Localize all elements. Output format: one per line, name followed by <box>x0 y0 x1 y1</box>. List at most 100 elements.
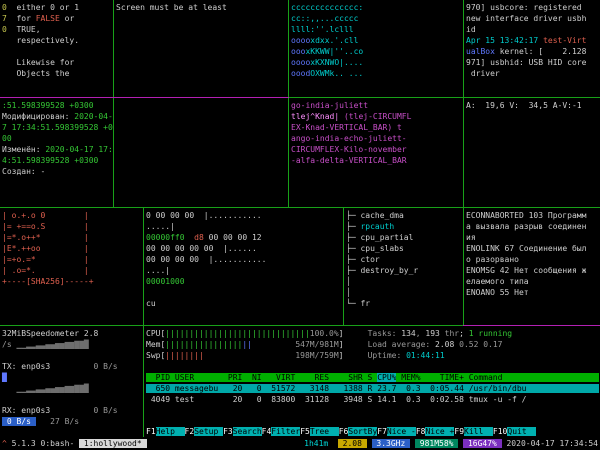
pane-file-stat[interactable]: :51.598399528 +0300Модифицирован: 2020-0… <box>0 98 114 208</box>
pane-json-doc[interactable]: 0 either 0 or 17 for FALSE or0 TRUE, res… <box>0 0 114 98</box>
htop-function-key-bar[interactable]: F1Help F2Setup F3SearchF4FilterF5Tree F6… <box>146 426 536 437</box>
pane-border-vertical-3[interactable] <box>463 0 464 326</box>
text-segment: 0 <box>2 3 16 12</box>
terminal-line: ├─ destroy_by_r <box>346 265 464 276</box>
text-segment: |=*.o++* | <box>2 233 89 242</box>
text-segment: || <box>242 340 252 349</box>
text-segment: cc::,,...ccccc <box>291 14 358 23</box>
text-segment <box>252 340 295 349</box>
text-segment: |||||||||||||||| <box>165 340 242 349</box>
terminal-line: 00 00 00 00 |........... <box>146 254 344 265</box>
pane-syslog[interactable]: 970] usbcore: registerednew interface dr… <box>464 0 600 98</box>
terminal-line: tlej^Knad| (tlej-CIRCUMFL <box>291 111 464 122</box>
text-segment: ualBox <box>466 47 495 56</box>
text-segment: ├─ ctor <box>346 255 380 264</box>
terminal-line: respectively. <box>2 35 114 46</box>
text-segment: OXWMk.. ... <box>310 69 363 78</box>
pane-empty[interactable] <box>114 98 289 208</box>
text-segment: 4049 test 20 0 83800 31128 3948 S 14.1 0… <box>146 395 527 404</box>
terminal-line: елаемого типа <box>466 276 600 287</box>
text-segment: test-Virt <box>543 36 586 45</box>
text-segment: SortBy <box>348 427 377 436</box>
text-segment: о разорвано <box>466 255 519 264</box>
text-segment: 7 <box>2 14 16 23</box>
text-segment: oood <box>291 69 310 78</box>
text-segment <box>328 439 338 448</box>
text-segment: F5 <box>300 427 310 436</box>
terminal-line: ├─ cpu_slabs <box>346 243 464 254</box>
terminal-line <box>2 350 144 361</box>
terminal-line: а вызвала разрыв соединен <box>466 221 600 232</box>
pane-border-horizontal-1a[interactable] <box>0 97 289 98</box>
pane-border-vertical-2[interactable] <box>288 0 289 208</box>
pane-border-horizontal-3a[interactable] <box>0 325 463 326</box>
pane-slab-tree[interactable]: ├─ cache_dma├─ rpcauth├─ cpu_partial├─ c… <box>344 208 464 326</box>
text-segment: Nice + <box>425 427 454 436</box>
pane-border-horizontal-3b[interactable] <box>463 325 600 326</box>
text-segment: ▁▁▂▂▃▃▄▄▅▅▆▆▇▇█ <box>16 340 88 349</box>
status-system-stats[interactable]: 1h41m 2.08 3.3GHz 981M58% 16G47% 2020-04… <box>304 437 598 450</box>
text-segment: FALSE <box>36 14 60 23</box>
terminal-line: A: 19,6 V: 34,5 A-V:-1 <box>466 100 600 111</box>
terminal-line: ▁▁▂▂▃▃▄▄▅▅▆▆▇▇█ <box>2 383 144 394</box>
pane-ssh-randomart[interactable]: | o.+.o 0 ||= +==o.S ||=*.o++* ||E*.++oo… <box>0 208 144 326</box>
text-segment: ├─ cpu_slabs <box>346 244 404 253</box>
text-segment: ENOANO 55 Нет <box>466 288 529 297</box>
terminal-line: 0 TRUE, <box>2 24 114 35</box>
text-segment: 134 <box>401 329 415 338</box>
terminal-line: о разорвано <box>466 254 600 265</box>
text-segment: Tree <box>310 427 339 436</box>
text-segment: RX: enp0s3 <box>2 406 50 415</box>
terminal-line: TX: enp0s3 0 B/s <box>2 361 144 372</box>
terminal-line: ├─ ctor <box>346 254 464 265</box>
text-segment: 1 running <box>469 329 512 338</box>
pane-errno-list[interactable]: ECONNABORTED 103 Программа вызвала разры… <box>464 208 600 326</box>
terminal-line: ия <box>466 232 600 243</box>
pane-htop[interactable]: CPU[||||||||||||||||||||||||||||||100.0%… <box>144 326 600 439</box>
terminal-line: id <box>466 24 600 35</box>
text-segment: 2.08 <box>435 340 459 349</box>
text-segment: Uptime: <box>368 351 407 360</box>
terminal-line: RX: enp0s3 0 B/s <box>2 405 144 416</box>
text-segment: :51.598399528 +0300 <box>2 101 94 110</box>
text-segment: 1h41m <box>304 439 328 448</box>
pane-border-vertical-1[interactable] <box>113 0 114 208</box>
status-window-list[interactable]: ^ 5.1.3 0:bash- 1:hollywood* <box>2 437 147 450</box>
terminal-line: ENOANO 55 Нет <box>466 287 600 298</box>
terminal-line: ango-india-echo-juliett- <box>291 133 464 144</box>
pane-sensors[interactable]: A: 19,6 V: 34,5 A-V:-1 <box>464 98 600 208</box>
text-segment: Mem[ <box>146 340 165 349</box>
terminal-line: CPU[||||||||||||||||||||||||||||||100.0%… <box>146 328 600 339</box>
text-segment: xdxx.'.cll <box>310 36 358 45</box>
terminal-line: -alfa-delta-VERTICAL_BAR <box>291 155 464 166</box>
pane-screen-message[interactable]: Screen must be at least <box>114 0 289 98</box>
text-segment: Search <box>233 427 262 436</box>
text-segment: 0:bash- <box>41 439 80 448</box>
text-segment: 2020-04-1 <box>74 112 114 121</box>
text-segment: Filter <box>271 427 300 436</box>
terminal-line: /s ▁▁▂▂▃▃▄▄▅▅▆▆▇▇█ <box>2 339 144 350</box>
text-segment: елаемого типа <box>466 277 529 286</box>
pane-hexdump[interactable]: 0 00 00 00 |................|00000ff0 d8… <box>144 208 344 326</box>
pane-speedometer[interactable]: 32MiBSpeedometer 2.8/s ▁▁▂▂▃▃▄▄▅▅▆▆▇▇█ T… <box>0 326 144 439</box>
pane-border-horizontal-1b[interactable] <box>289 97 600 98</box>
pane-border-vertical-4[interactable] <box>143 207 144 437</box>
text-segment: |=+o.=* | <box>2 255 89 264</box>
terminal-line <box>146 361 600 372</box>
text-segment: а вызвала разрыв соединен <box>466 222 586 231</box>
pane-border-horizontal-2[interactable] <box>0 207 600 208</box>
terminal-line: .....| <box>146 221 344 232</box>
text-segment: |||||||||||||||||||||||||||||| <box>165 329 310 338</box>
text-segment: | o.+.o 0 | <box>2 211 89 220</box>
text-segment <box>367 439 372 448</box>
text-segment: Apr 15 13:42:17 <box>466 36 543 45</box>
pane-ascii-art[interactable]: cccccccccccccc:cc::,,...cccccllll:''.lcl… <box>289 0 464 98</box>
terminal-line: ENOLINK 67 Соединение был <box>466 243 600 254</box>
text-segment: ] <box>339 329 368 338</box>
pane-phonetic[interactable]: go-india-julietttlej^Knad| (tlej-CIRCUMF… <box>289 98 464 208</box>
terminal-line: Likewise for <box>2 57 114 68</box>
pane-border-vertical-5[interactable] <box>343 207 344 326</box>
text-segment: 00 <box>2 134 12 143</box>
text-segment: 100.0% <box>310 329 339 338</box>
text-segment: 0.52 0.17 <box>459 340 502 349</box>
